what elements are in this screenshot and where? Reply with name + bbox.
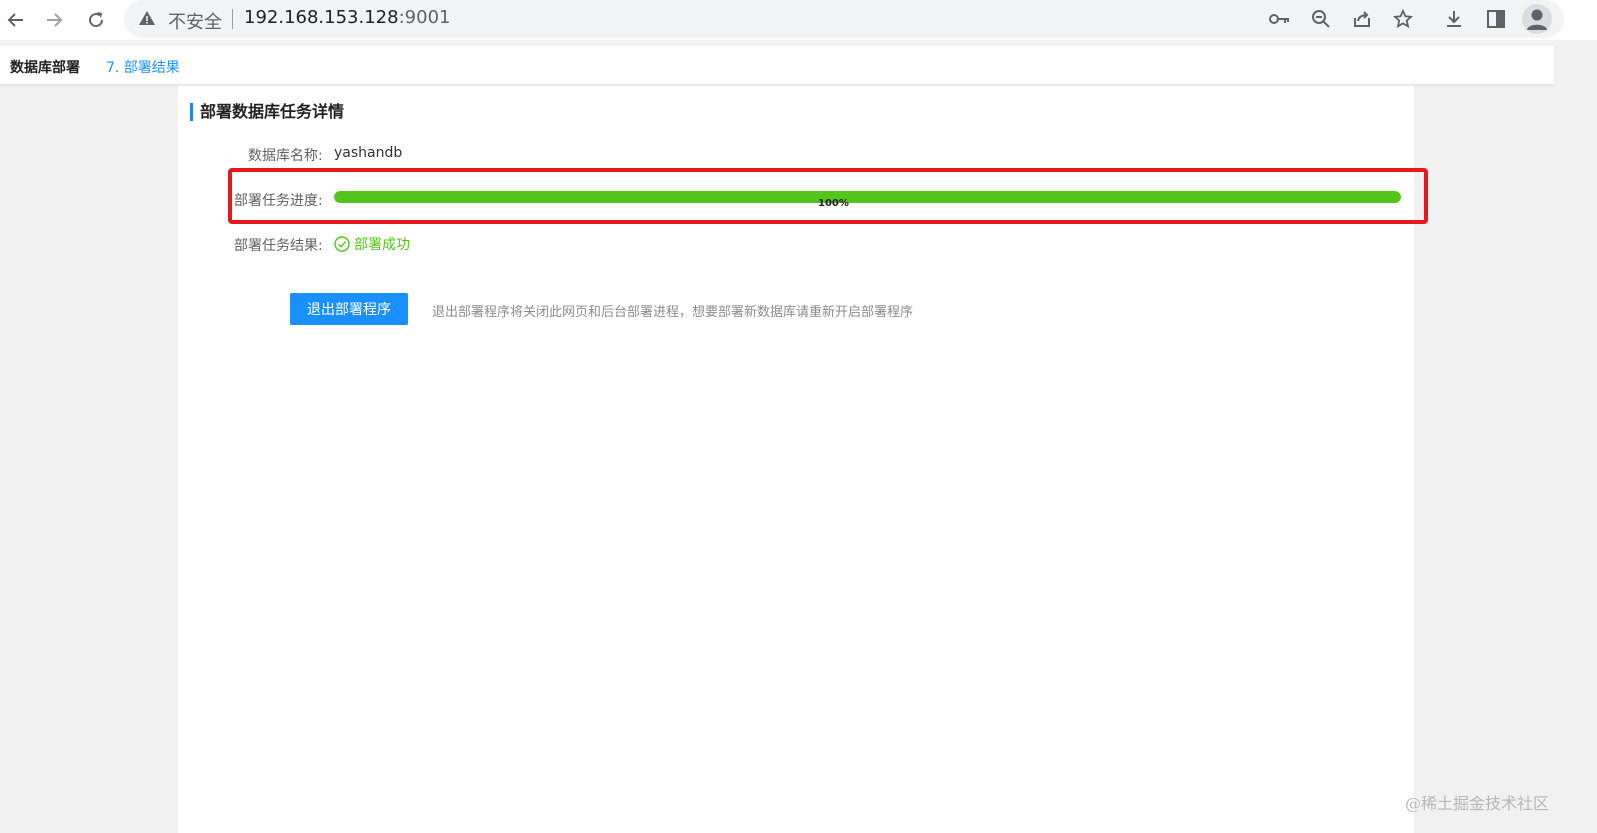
zoom-icon [1312,10,1330,28]
address-separator [232,9,233,29]
key-icon [1269,14,1289,24]
url-host: 192.168.153.128 [244,7,399,28]
side-panel-icon [1487,10,1505,28]
download-button[interactable] [1439,4,1469,34]
exit-hint-text: 退出部署程序将关闭此网页和后台部署进程，想要部署新数据库请重新开启部署程序 [432,305,914,320]
insecure-label: 不安全 [168,12,222,33]
forward-button[interactable] [38,4,70,36]
highlight-annotation-box [228,168,1428,224]
back-arrow-icon [7,13,23,27]
browser-toolbar: 不安全 192.168.153.128:9001 [0,0,1597,40]
current-step-link[interactable]: 7. 部署结果 [106,57,180,77]
zoom-button[interactable] [1306,4,1336,34]
result-label: 部署任务结果: [234,238,323,254]
url-text: 192.168.153.128:9001 [244,7,450,28]
result-status: 部署成功 [334,234,410,254]
db-name-value: yashandb [334,145,403,161]
check-circle-icon [334,236,350,252]
db-name-label: 数据库名称: [248,148,323,164]
back-button[interactable] [0,4,32,36]
section-title: 部署数据库任务详情 [190,103,344,121]
url-port: :9001 [398,7,451,28]
password-key-button[interactable] [1265,4,1295,34]
forward-arrow-icon [47,13,63,27]
reload-icon [89,12,104,28]
app-header: 数据库部署 7. 部署结果 [0,46,1554,85]
reload-button[interactable] [80,4,112,36]
exit-deploy-button[interactable]: 退出部署程序 [290,293,408,325]
watermark: @稀土掘金技术社区 [1405,794,1550,813]
app-title: 数据库部署 [10,60,80,76]
profile-icon [1527,9,1547,30]
warning-icon [139,11,155,25]
side-panel-button[interactable] [1481,4,1511,34]
result-text: 部署成功 [354,237,410,253]
bookmark-button[interactable] [1388,4,1418,34]
share-button[interactable] [1347,4,1377,34]
star-icon [1393,9,1413,29]
download-icon [1447,11,1461,27]
profile-avatar[interactable] [1522,4,1552,34]
deployment-details-card: 部署数据库任务详情 数据库名称: yashandb 部署任务进度: 100% 部… [178,86,1428,833]
share-icon [1354,11,1370,27]
